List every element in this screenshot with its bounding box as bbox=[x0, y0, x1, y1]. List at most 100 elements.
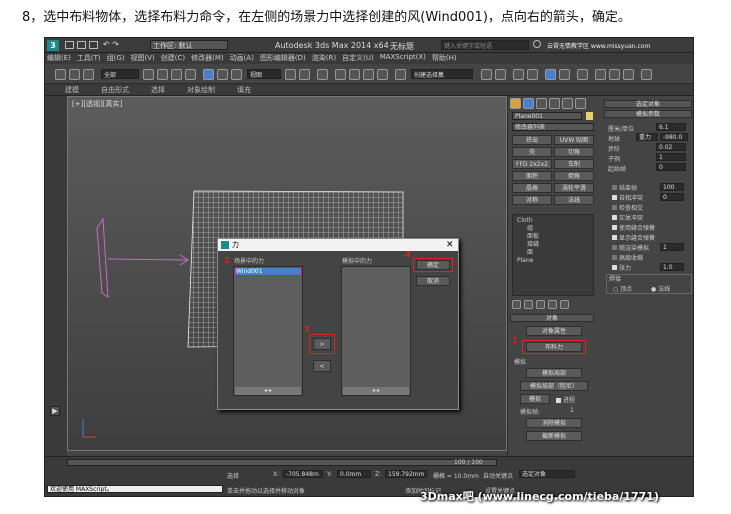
menu-item[interactable]: 图形编辑器(D) bbox=[260, 53, 306, 63]
rollout-object[interactable]: 对象 bbox=[510, 314, 594, 322]
select-rotate-icon[interactable] bbox=[217, 69, 228, 80]
ok-button[interactable]: 确定 bbox=[416, 260, 450, 270]
modifier-button[interactable]: 晶格 bbox=[512, 183, 552, 193]
object-color-swatch[interactable] bbox=[586, 112, 593, 120]
checkbox[interactable] bbox=[612, 235, 617, 240]
check-row[interactable]: 使用缝合弹簧 bbox=[612, 223, 692, 233]
check-row[interactable]: 结束帧 100 bbox=[612, 183, 692, 193]
menu-item[interactable]: 组(G) bbox=[107, 53, 125, 63]
param-field[interactable]: 6.1 bbox=[656, 123, 686, 131]
workspace-dropdown[interactable]: 工作区: 默认 bbox=[150, 40, 228, 50]
sim-local-button[interactable]: 模拟局部 bbox=[526, 368, 582, 378]
param-field[interactable]: 0 bbox=[656, 163, 686, 171]
material-editor-icon[interactable] bbox=[577, 69, 588, 80]
menu-item[interactable]: MAXScript(X) bbox=[380, 53, 426, 63]
check-row[interactable]: 自相冲突 0 bbox=[612, 193, 692, 203]
menu-item[interactable]: 帮助(H) bbox=[432, 53, 457, 63]
wind-gizmo-plane[interactable] bbox=[96, 217, 109, 298]
key-mode-dropdown[interactable]: 选定对象 bbox=[519, 470, 575, 478]
object-props-button[interactable]: 对象属性 bbox=[526, 326, 582, 336]
select-manipulate-icon[interactable] bbox=[299, 69, 310, 80]
menu-item[interactable]: 动画(A) bbox=[230, 53, 254, 63]
checkbox[interactable] bbox=[612, 265, 617, 270]
check-row[interactable]: 检查相交 bbox=[612, 203, 692, 213]
modifier-button[interactable]: FFD 2x2x2 bbox=[512, 159, 552, 169]
pivot-center-icon[interactable] bbox=[285, 69, 296, 80]
scene-forces-list[interactable]: Wind001 ◂ ▸ bbox=[233, 266, 303, 396]
check-row[interactable]: 随渲染模拟 1 bbox=[612, 243, 692, 253]
save-file-icon[interactable] bbox=[89, 41, 98, 49]
remove-modifier-icon[interactable] bbox=[548, 300, 557, 309]
ribbon-tab[interactable]: 自由形式 bbox=[101, 85, 129, 95]
link-icon[interactable] bbox=[55, 69, 66, 80]
percent-snap-icon[interactable] bbox=[363, 69, 374, 80]
x-coord-field[interactable]: -705.848m bbox=[283, 470, 323, 478]
modifier-button[interactable]: 对称 bbox=[512, 195, 552, 205]
truncate-sim-button[interactable]: 截断模拟 bbox=[526, 431, 582, 441]
snap-toggle-icon[interactable] bbox=[335, 69, 346, 80]
keyboard-shortcut-icon[interactable] bbox=[317, 69, 328, 80]
ribbon-tab[interactable]: 选择 bbox=[151, 85, 165, 95]
edit-named-sel-icon[interactable] bbox=[395, 69, 406, 80]
check-value[interactable]: 100 bbox=[660, 183, 684, 191]
search-input[interactable]: 键入关键字或短语 bbox=[441, 40, 529, 50]
rollout-selected-objects[interactable]: 选定对象 bbox=[604, 100, 692, 108]
erase-sim-button[interactable]: 消除模拟 bbox=[526, 418, 582, 428]
maxscript-listener[interactable]: 欢迎使用 MAXScript。 bbox=[47, 485, 223, 493]
render-setup-icon[interactable] bbox=[595, 69, 606, 80]
sim-forces-list[interactable]: ◂ ▸ bbox=[341, 266, 411, 396]
cloth-forces-button[interactable]: 布料力 bbox=[526, 342, 582, 352]
ribbon-tab[interactable]: 对象绘制 bbox=[187, 85, 215, 95]
align-icon[interactable] bbox=[495, 69, 506, 80]
checkbox[interactable] bbox=[612, 215, 617, 220]
modifier-button[interactable]: 切角 bbox=[554, 147, 594, 157]
layer-manager-icon[interactable] bbox=[513, 69, 524, 80]
progress-check[interactable]: 进程 bbox=[556, 395, 575, 404]
named-selection-dropdown[interactable]: 创建选择集 bbox=[411, 69, 473, 79]
cancel-button[interactable]: 取消 bbox=[416, 276, 450, 286]
checkbox[interactable] bbox=[612, 205, 617, 210]
time-slider[interactable]: 100 / 100 bbox=[67, 459, 497, 466]
rollout-sim-params[interactable]: 模拟参数 bbox=[604, 110, 692, 118]
curve-editor-icon[interactable] bbox=[545, 69, 556, 80]
render-teapot-icon[interactable] bbox=[623, 69, 634, 80]
param-field[interactable]: -980.0 bbox=[660, 133, 688, 141]
undo-icon[interactable]: ↶ ↷ bbox=[103, 40, 119, 49]
rect-selection-icon[interactable] bbox=[171, 69, 182, 80]
weld-vertex-radio[interactable]: ○ 顶点 bbox=[613, 284, 632, 293]
make-unique-icon[interactable] bbox=[536, 300, 545, 309]
check-row[interactable]: 高级收缩 bbox=[612, 253, 692, 263]
stack-item[interactable]: Cloth bbox=[517, 217, 539, 225]
open-file-icon[interactable] bbox=[77, 41, 86, 49]
checkbox[interactable] bbox=[612, 195, 617, 200]
stack-item[interactable]: 接缝 bbox=[527, 241, 539, 249]
menu-item[interactable]: 工具(T) bbox=[77, 53, 101, 63]
autokey-button[interactable]: 自动关键点 bbox=[483, 471, 513, 480]
spinner-snap-icon[interactable] bbox=[377, 69, 388, 80]
modifier-button[interactable]: 法线 bbox=[554, 195, 594, 205]
check-value[interactable]: 1 bbox=[660, 243, 684, 251]
check-row[interactable]: 显示缝合弹簧 bbox=[612, 233, 692, 243]
modifier-button[interactable]: 面积 bbox=[512, 171, 552, 181]
stack-item[interactable]: 面板 bbox=[527, 233, 539, 241]
play-arrow-icon[interactable]: ▶ bbox=[50, 406, 60, 416]
render-production-icon[interactable] bbox=[641, 69, 652, 80]
rendered-frame-icon[interactable] bbox=[609, 69, 620, 80]
pin-stack-icon[interactable] bbox=[512, 300, 521, 309]
menu-item[interactable]: 视图(V) bbox=[131, 53, 155, 63]
select-object-icon[interactable] bbox=[143, 69, 154, 80]
window-crossing-icon[interactable] bbox=[185, 69, 196, 80]
menu-item[interactable]: 编辑(E) bbox=[47, 53, 71, 63]
bind-spacewarp-icon[interactable] bbox=[83, 69, 94, 80]
param-field[interactable]: 1 bbox=[656, 153, 686, 161]
modify-tab-icon[interactable] bbox=[523, 98, 534, 109]
select-move-icon[interactable] bbox=[203, 69, 214, 80]
z-coord-field[interactable]: 159.792mm bbox=[385, 470, 427, 478]
ribbon-tab[interactable]: 填充 bbox=[237, 85, 251, 95]
param-field[interactable]: 0.02 bbox=[656, 143, 686, 151]
move-left-button[interactable]: < bbox=[313, 360, 331, 372]
y-coord-field[interactable]: 0.0mm bbox=[337, 470, 371, 478]
select-by-name-icon[interactable] bbox=[157, 69, 168, 80]
sim-local-damped-button[interactable]: 模拟局部（阻尼） bbox=[520, 381, 588, 391]
check-row[interactable]: 实体冲突 bbox=[612, 213, 692, 223]
